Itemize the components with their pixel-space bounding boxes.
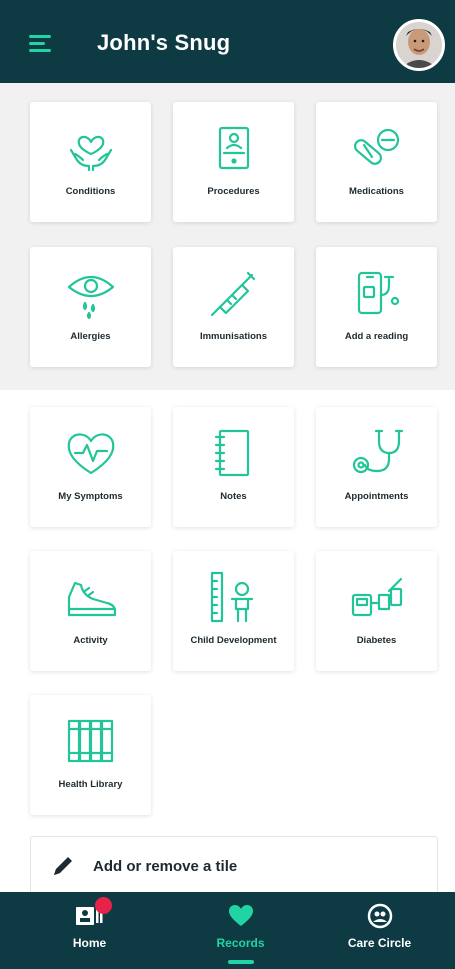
syringe-icon [210,271,255,317]
phone-stethoscope-icon [357,271,399,315]
nav-label: Home [72,936,107,950]
avatar[interactable] [393,19,445,71]
tile-label: Activity [73,635,108,646]
tile-child-development[interactable]: Child Development [173,551,294,671]
nav-records[interactable]: Records [165,892,316,969]
tile-appointments[interactable]: Appointments [316,407,437,527]
tile-diabetes[interactable]: Diabetes [316,551,437,671]
page-title: John's Snug [97,30,231,55]
pills-icon [353,128,399,165]
notification-badge [94,897,112,914]
heart-pulse-icon [67,433,114,475]
tile-label: Health Library [58,779,123,790]
tile-label: Diabetes [356,635,397,646]
tile-label: Child Development [190,635,277,646]
glucose-meter-icon [351,577,402,617]
tile-label: Add a reading [344,331,409,342]
tile-label: Notes [220,491,247,502]
tile-add-reading[interactable]: Add a reading [316,247,437,367]
books-icon [67,719,113,763]
add-remove-tile-label: Add or remove a tile [93,857,238,875]
app-header: John's Snug [0,0,455,83]
tile-label: Conditions [65,186,116,197]
clipboard-icon [218,126,249,170]
tile-activity[interactable]: Activity [30,551,151,671]
tile-label: My Symptoms [58,491,123,502]
pencil-icon [54,857,72,875]
tile-procedures[interactable]: Procedures [173,102,294,222]
menu-icon[interactable] [29,35,53,53]
tile-conditions[interactable]: Conditions [30,102,151,222]
care-circle-icon [367,903,392,929]
bottom-nav: Home Records Care Circle [0,892,455,969]
tile-label: Medications [349,186,404,197]
tile-allergies[interactable]: Allergies [30,247,151,367]
heart-icon [228,905,253,926]
tile-notes[interactable]: Notes [173,407,294,527]
eye-drops-icon [67,275,114,320]
active-tab-indicator [228,960,254,964]
nav-home[interactable]: Home [14,892,165,969]
nav-care-circle[interactable]: Care Circle [304,892,455,969]
tile-label: Immunisations [199,331,268,342]
child-ruler-icon [210,571,253,623]
tile-my-symptoms[interactable]: My Symptoms [30,407,151,527]
tile-label: Appointments [344,491,409,502]
tile-label: Allergies [70,331,111,342]
nav-label: Care Circle [347,936,412,950]
stethoscope-icon [352,429,403,474]
tile-immunisations[interactable]: Immunisations [173,247,294,367]
shoe-icon [67,581,116,617]
tile-medications[interactable]: Medications [316,102,437,222]
notebook-icon [214,429,249,477]
add-remove-tile-button[interactable]: Add or remove a tile [30,836,438,896]
tile-health-library[interactable]: Health Library [30,695,151,815]
nav-label: Records [216,936,265,950]
tile-label: Procedures [207,186,260,197]
heart-hands-icon [69,135,112,172]
